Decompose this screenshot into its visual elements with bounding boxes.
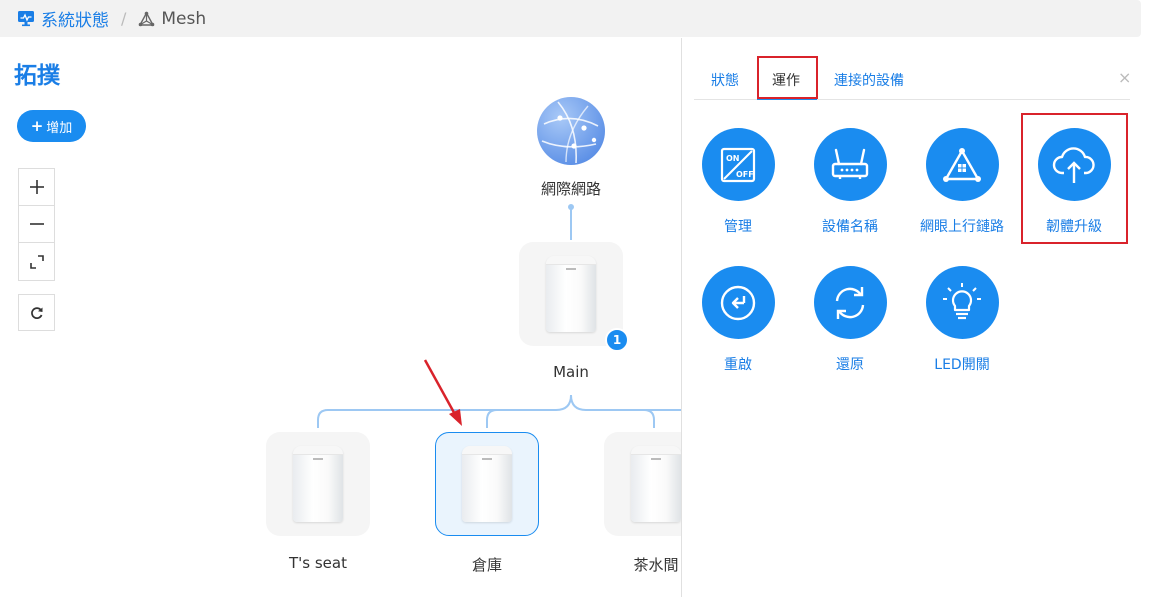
minus-icon bbox=[29, 223, 44, 225]
internet-node[interactable] bbox=[536, 96, 606, 166]
on-off-switch-icon: ON OFF bbox=[701, 128, 775, 201]
svg-text:ON: ON bbox=[726, 154, 740, 163]
fit-view-button[interactable] bbox=[19, 243, 54, 280]
mesh-router-icon bbox=[462, 446, 512, 522]
action-label: 管理 bbox=[724, 219, 752, 235]
zoom-in-button[interactable] bbox=[19, 169, 54, 206]
globe-icon bbox=[537, 97, 605, 165]
refresh-button[interactable] bbox=[18, 294, 55, 331]
breadcrumb-home-label: 系統狀態 bbox=[41, 11, 109, 31]
zoom-controls bbox=[18, 168, 55, 281]
highlight-box-firmware bbox=[1021, 113, 1128, 244]
action-label: 還原 bbox=[836, 357, 864, 373]
svg-text:OFF: OFF bbox=[736, 170, 754, 179]
mesh-icon bbox=[138, 11, 155, 27]
mesh-uplink-icon bbox=[925, 128, 999, 201]
highlight-box-tab bbox=[757, 56, 818, 99]
node-detail-panel: 狀態 運作 連接的設備 × ON OFF 管理 設備名稱 網眼上行鏈路 韌體升級… bbox=[681, 38, 1141, 597]
reboot-icon bbox=[701, 266, 775, 339]
plus-icon: + bbox=[30, 117, 44, 135]
mesh-router-icon bbox=[546, 256, 596, 332]
tab-connected-devices[interactable]: 連接的設備 bbox=[834, 70, 904, 90]
plus-icon bbox=[29, 180, 44, 194]
breadcrumb: 系統狀態 / Mesh bbox=[0, 0, 1141, 37]
child-node-pantry[interactable] bbox=[604, 432, 681, 536]
page-title: 拓撲 bbox=[14, 63, 60, 89]
action-restore[interactable]: 還原 bbox=[794, 266, 906, 374]
main-node-badge: 1 bbox=[605, 328, 629, 352]
internet-label: 網際網路 bbox=[540, 180, 601, 198]
breadcrumb-home[interactable]: 系統狀態 bbox=[17, 6, 109, 31]
action-reboot[interactable]: 重啟 bbox=[682, 266, 794, 374]
add-button-label: 增加 bbox=[46, 120, 73, 136]
close-panel-button[interactable]: × bbox=[1118, 68, 1131, 87]
zoom-out-button[interactable] bbox=[19, 206, 54, 243]
child-node-label: 茶水間 bbox=[633, 556, 679, 574]
main-node-label: Main bbox=[553, 363, 589, 381]
tab-status[interactable]: 狀態 bbox=[711, 70, 739, 90]
mesh-router-icon bbox=[631, 446, 681, 522]
action-manage[interactable]: ON OFF 管理 bbox=[682, 128, 794, 236]
breadcrumb-separator: / bbox=[121, 9, 127, 28]
monitor-icon bbox=[17, 10, 35, 27]
child-node-label: T's seat bbox=[289, 554, 347, 572]
breadcrumb-current-label: Mesh bbox=[161, 8, 207, 29]
breadcrumb-current: Mesh bbox=[138, 9, 206, 29]
action-led-switch[interactable]: LED開關 bbox=[906, 266, 1018, 374]
main-node[interactable] bbox=[519, 242, 623, 346]
router-icon bbox=[813, 128, 887, 201]
child-node-warehouse[interactable] bbox=[435, 432, 539, 536]
child-node-t-seat[interactable] bbox=[266, 432, 370, 536]
restore-icon bbox=[813, 266, 887, 339]
action-label: 網眼上行鏈路 bbox=[920, 219, 1004, 235]
mesh-router-icon bbox=[293, 446, 343, 522]
child-node-label: 倉庫 bbox=[471, 556, 502, 574]
fit-screen-icon bbox=[29, 254, 44, 269]
led-bulb-icon bbox=[925, 266, 999, 339]
action-label: 重啟 bbox=[724, 357, 752, 373]
action-label: 設備名稱 bbox=[822, 219, 878, 235]
action-device-name[interactable]: 設備名稱 bbox=[794, 128, 906, 236]
action-mesh-uplink[interactable]: 網眼上行鏈路 bbox=[906, 128, 1018, 236]
add-node-button[interactable]: + 增加 bbox=[17, 110, 86, 142]
action-label: LED開關 bbox=[934, 357, 990, 373]
refresh-icon bbox=[30, 306, 42, 319]
